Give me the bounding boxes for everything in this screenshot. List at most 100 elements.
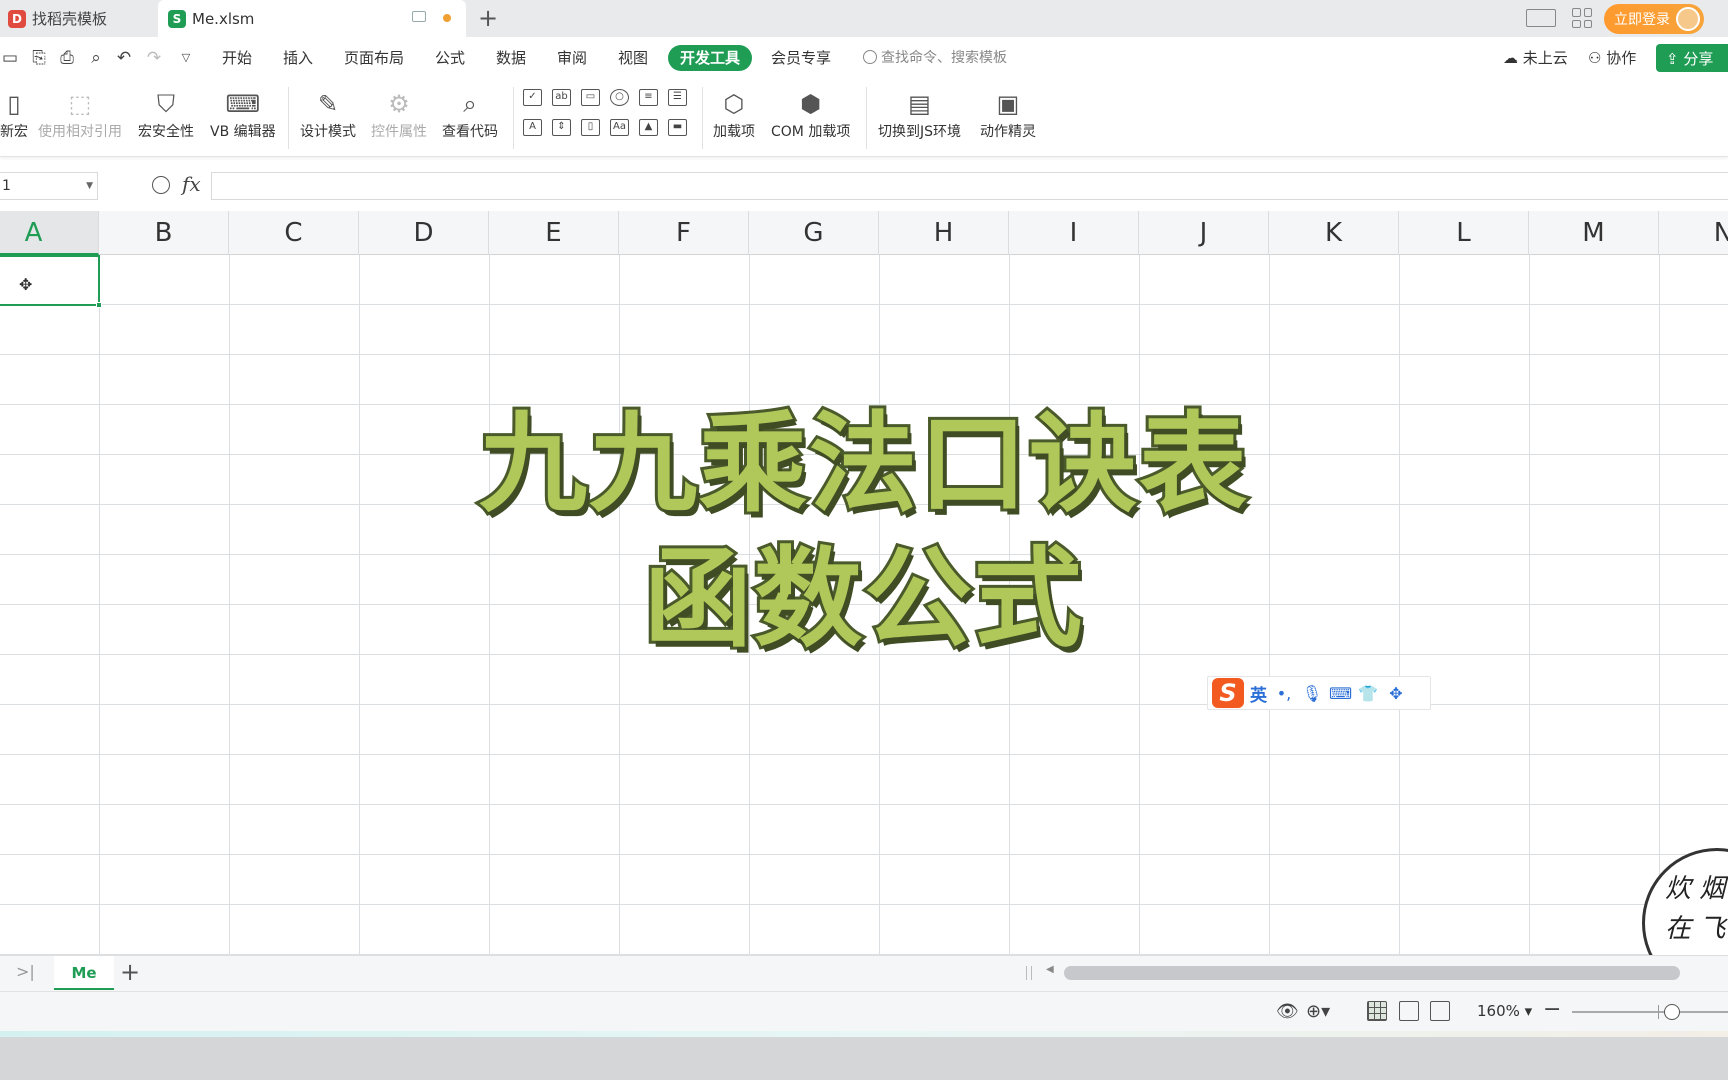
ribbon-separator: [288, 87, 289, 149]
menu-data[interactable]: 数据: [496, 47, 526, 69]
add-sheet-icon[interactable]: +: [120, 958, 140, 986]
zoom-out-button[interactable]: −: [1543, 997, 1561, 1022]
label-control-icon[interactable]: A: [523, 119, 542, 136]
relative-ref-button[interactable]: ⬚ 使用相对引用: [38, 87, 122, 141]
action-wizard-label: 动作精灵: [980, 124, 1036, 140]
column-header-d[interactable]: D: [359, 211, 489, 255]
sheet-tabs-bar: >| Me + ◀: [0, 955, 1728, 991]
collab-button[interactable]: ⚇ 协作: [1588, 47, 1636, 69]
button-control-icon[interactable]: ▭: [581, 89, 600, 106]
customize-dropdown-icon[interactable]: ▽: [176, 48, 196, 68]
new-tab-button[interactable]: +: [478, 4, 498, 32]
ime-language-toggle[interactable]: 英: [1250, 681, 1267, 706]
menu-review[interactable]: 审阅: [557, 47, 587, 69]
column-header-n[interactable]: N: [1659, 211, 1728, 255]
eye-icon[interactable]: 👁: [1276, 1001, 1299, 1022]
menu-formulas[interactable]: 公式: [435, 47, 465, 69]
sheet-tab-me[interactable]: Me: [54, 956, 114, 990]
skin-icon[interactable]: 👕: [1357, 684, 1379, 703]
combobox-control-icon[interactable]: ☰: [668, 89, 687, 106]
search-placeholder: 查找命令、搜索模板: [881, 50, 1007, 66]
keyboard-icon[interactable]: ⌨: [1329, 684, 1352, 703]
vb-editor-label: VB 编辑器: [210, 124, 276, 140]
page-layout-view-button[interactable]: [1399, 1001, 1419, 1021]
print-icon[interactable]: ⎙: [57, 48, 77, 68]
save-icon[interactable]: ▭: [0, 48, 20, 68]
switch-js-button[interactable]: ▤ 切换到JS环境: [878, 87, 961, 141]
toggle-control-icon[interactable]: Aa: [610, 119, 629, 136]
zoom-slider-track[interactable]: [1572, 1011, 1728, 1013]
addins-button[interactable]: ⬡ 加载项: [713, 87, 755, 141]
design-mode-button[interactable]: ✎ 设计模式: [300, 87, 356, 141]
com-addins-label: COM 加载项: [771, 124, 851, 140]
print-preview-icon[interactable]: ⌕: [86, 48, 106, 68]
column-header-f[interactable]: F: [619, 211, 749, 255]
selected-cell[interactable]: [0, 255, 102, 308]
command-search[interactable]: 查找命令、搜索模板: [863, 47, 1007, 69]
formula-input[interactable]: [211, 172, 1728, 200]
export-icon[interactable]: ⎘: [29, 48, 49, 68]
horizontal-scrollbar[interactable]: [1064, 966, 1680, 980]
normal-view-button[interactable]: [1367, 1001, 1387, 1021]
undo-icon[interactable]: ↶: [114, 48, 134, 68]
column-header-j[interactable]: J: [1139, 211, 1269, 255]
column-header-i[interactable]: I: [1009, 211, 1139, 255]
share-button[interactable]: ⇪ 分享: [1656, 44, 1728, 72]
column-header-m[interactable]: M: [1529, 211, 1659, 255]
com-addins-button[interactable]: ⬢ COM 加载项: [771, 87, 850, 141]
control-props-button[interactable]: ⚙ 控件属性: [371, 87, 427, 141]
column-header-e[interactable]: E: [489, 211, 619, 255]
menu-member[interactable]: 会员专享: [771, 47, 831, 69]
punctuation-icon[interactable]: •,: [1273, 684, 1295, 703]
zoom-icon[interactable]: [152, 176, 170, 194]
toolbox-icon[interactable]: ✥: [1385, 684, 1407, 703]
image-control-icon[interactable]: ▲: [639, 119, 658, 136]
menu-insert[interactable]: 插入: [283, 47, 313, 69]
page-break-view-button[interactable]: [1430, 1001, 1450, 1021]
chevron-down-icon[interactable]: ▼: [86, 173, 93, 199]
column-header-g[interactable]: G: [749, 211, 879, 255]
action-wizard-button[interactable]: ▣ 动作精灵: [980, 87, 1036, 141]
spin-control-icon[interactable]: ⇕: [552, 119, 571, 136]
center-icon[interactable]: ⊕▾: [1306, 1001, 1330, 1022]
macro-security-button[interactable]: ⛉ 宏安全性: [138, 87, 194, 141]
zoom-level[interactable]: 160% ▾: [1477, 1001, 1532, 1021]
menu-developer[interactable]: 开发工具: [668, 45, 753, 71]
column-header-a[interactable]: A: [0, 211, 99, 255]
window-layout-icon[interactable]: [1526, 9, 1556, 27]
scrollbar-control-icon[interactable]: ▯: [581, 119, 600, 136]
vb-editor-button[interactable]: ⌨ VB 编辑器: [210, 87, 276, 141]
column-header-k[interactable]: K: [1269, 211, 1399, 255]
scroll-split-handle[interactable]: [1026, 966, 1032, 980]
checkbox-control-icon[interactable]: ✓: [523, 89, 542, 106]
redo-icon[interactable]: ↷: [144, 48, 164, 68]
column-header-c[interactable]: C: [229, 211, 359, 255]
cube-icon: ⬡: [723, 90, 745, 118]
name-box[interactable]: 1 ▼: [0, 172, 98, 200]
last-sheet-icon[interactable]: >|: [16, 962, 35, 981]
avatar[interactable]: [1676, 7, 1700, 31]
column-header-h[interactable]: H: [879, 211, 1009, 255]
new-macro-button[interactable]: ▯ 新宏: [0, 87, 28, 141]
cloud-status[interactable]: ☁ 未上云: [1503, 47, 1568, 69]
column-header-b[interactable]: B: [99, 211, 229, 255]
zoom-slider-knob[interactable]: [1664, 1004, 1680, 1020]
menu-page-layout[interactable]: 页面布局: [344, 47, 404, 69]
listbox-control-icon[interactable]: ≡: [639, 89, 658, 106]
column-header-l[interactable]: L: [1399, 211, 1529, 255]
monitor-icon[interactable]: [412, 11, 426, 22]
view-code-button[interactable]: ⌕ 查看代码: [442, 87, 498, 141]
ime-logo-icon[interactable]: S: [1212, 678, 1244, 708]
microphone-icon[interactable]: 🎙: [1301, 684, 1323, 703]
column-header-row: A B C D E F G H I J K L M N: [0, 211, 1728, 255]
scroll-left-icon[interactable]: ◀: [1046, 964, 1054, 975]
textbox-control-icon[interactable]: ab: [552, 89, 571, 106]
menu-home[interactable]: 开始: [222, 47, 252, 69]
apps-grid-icon[interactable]: [1572, 8, 1592, 28]
radio-control-icon[interactable]: ○: [610, 89, 629, 106]
menu-view[interactable]: 视图: [618, 47, 648, 69]
fill-handle[interactable]: [96, 302, 102, 308]
frame-control-icon[interactable]: ▬: [668, 119, 687, 136]
tab-template[interactable]: D 找稻壳模板: [0, 0, 153, 37]
fx-icon[interactable]: fx: [182, 172, 201, 196]
